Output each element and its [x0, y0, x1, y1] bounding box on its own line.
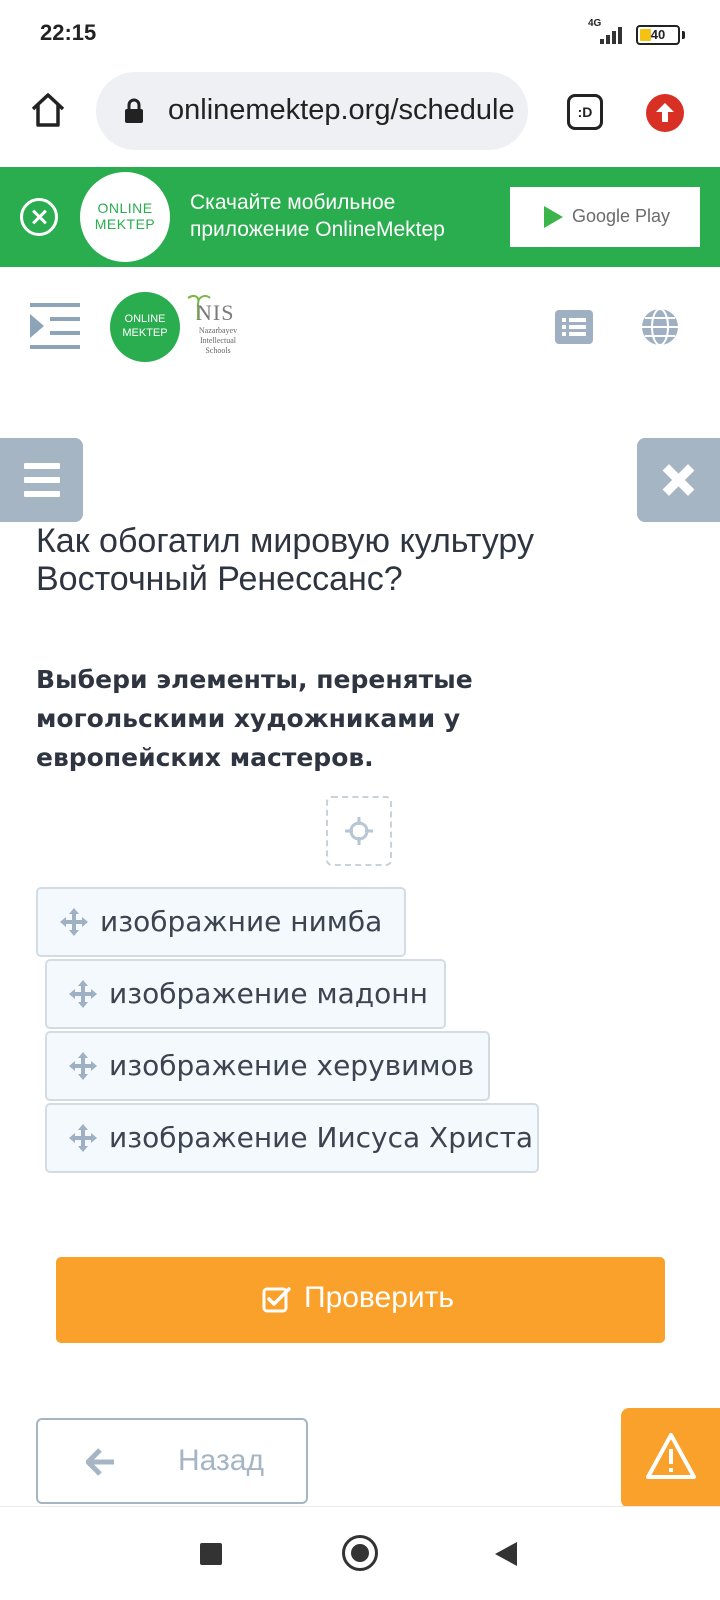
google-play-label: Google Play: [572, 206, 671, 226]
app-banner: ONLINE MEKTEP Скачайте мобильное приложе…: [0, 167, 720, 267]
drag-item[interactable]: изображние нимба: [36, 887, 406, 957]
recents-icon[interactable]: [200, 1543, 222, 1565]
banner-logo-text: ONLINE MEKTEP: [94, 200, 156, 232]
system-nav-bar: [0, 1506, 720, 1600]
side-close-button[interactable]: [637, 438, 720, 522]
drag-item-label: изображение Иисуса Христа: [109, 1121, 534, 1154]
battery-level: 40: [650, 27, 666, 42]
tabs-button[interactable]: :D: [567, 94, 603, 130]
menu-toggle-icon[interactable]: [30, 303, 82, 349]
drag-item[interactable]: изображение херувимов: [45, 1031, 490, 1101]
google-play-icon: [544, 206, 563, 228]
checkbox-icon: [262, 1285, 292, 1315]
report-button[interactable]: [621, 1408, 720, 1508]
drag-item-label: изображение херувимов: [109, 1049, 475, 1082]
globe-icon[interactable]: [640, 307, 680, 347]
drag-item[interactable]: изображение Иисуса Христа: [45, 1103, 539, 1173]
nis-subtitle: Nazarbayev Intellectual Schools: [198, 326, 238, 355]
warning-icon: [645, 1432, 697, 1480]
site-logo[interactable]: ONLINE MEKTEP: [110, 292, 180, 362]
banner-message: Скачайте мобильное приложение OnlineMekt…: [190, 191, 445, 241]
nis-title: NIS: [196, 300, 235, 325]
update-icon[interactable]: [646, 94, 684, 132]
task-text: Выбери элементы, перенятые могольскими х…: [36, 665, 473, 772]
status-bar: 22:15 4G 40: [0, 0, 720, 68]
move-icon: [67, 1122, 99, 1154]
lock-icon: [124, 98, 144, 124]
move-icon: [67, 978, 99, 1010]
back-triangle-icon[interactable]: [495, 1542, 517, 1566]
home-icon[interactable]: [28, 90, 68, 130]
online-mektep-logo: ONLINE MEKTEP: [80, 172, 170, 262]
list-icon[interactable]: [555, 310, 593, 344]
nis-logo: NIS Nazarbayev Intellectual Schools: [184, 292, 248, 362]
side-menu-button[interactable]: [0, 438, 83, 522]
question-title: Как обогатил мировую культуру Восточный …: [36, 522, 534, 598]
back-button-label: Назад: [178, 1444, 264, 1477]
drag-item-label: изображние нимба: [100, 905, 383, 938]
home-circle-icon[interactable]: [342, 1535, 378, 1571]
signal-icon: 4G: [588, 18, 628, 46]
banner-close-icon[interactable]: [20, 198, 58, 236]
battery-icon: 40: [636, 25, 680, 45]
drag-item[interactable]: изображение мадонн: [45, 959, 446, 1029]
url-text: onlinemektep.org/schedule: [168, 94, 515, 126]
drop-zone[interactable]: [326, 796, 392, 866]
status-time: 22:15: [40, 20, 97, 45]
arrow-left-icon: [85, 1448, 116, 1476]
site-logo-text: ONLINE MEKTEP: [122, 313, 168, 339]
google-play-button[interactable]: Google Play: [510, 187, 700, 247]
check-button[interactable]: Проверить: [56, 1257, 665, 1343]
check-button-label: Проверить: [304, 1281, 455, 1314]
drag-item-label: изображение мадонн: [109, 977, 428, 1010]
move-icon: [58, 906, 90, 938]
url-bar[interactable]: onlinemektep.org/schedule: [96, 72, 528, 150]
crosshair-icon: [345, 817, 373, 845]
back-button[interactable]: Назад: [36, 1418, 308, 1504]
move-icon: [67, 1050, 99, 1082]
